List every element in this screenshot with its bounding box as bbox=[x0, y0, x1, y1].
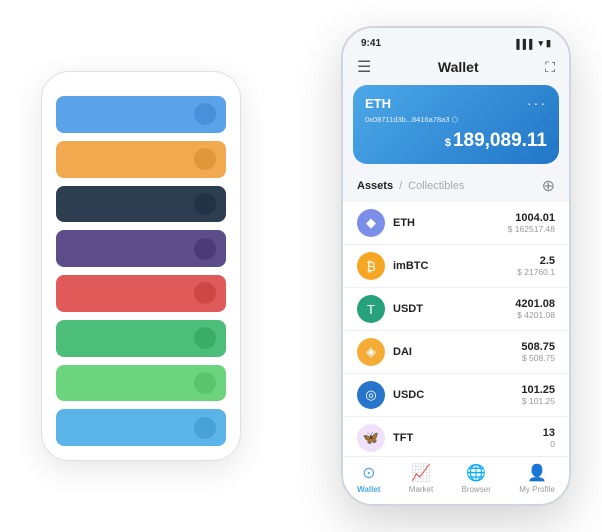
asset-name: USDT bbox=[393, 303, 515, 315]
menu-icon[interactable]: ☰ bbox=[357, 57, 371, 77]
asset-icon: ₿ bbox=[357, 252, 385, 280]
asset-icon: ◆ bbox=[357, 209, 385, 237]
strip-dot bbox=[194, 327, 216, 349]
eth-card[interactable]: ETH ··· 0x08711d3b...8416a78a3 ⬡ $189,08… bbox=[353, 85, 559, 164]
nav-label-wallet: Wallet bbox=[357, 485, 380, 494]
battery-icon: ▮ bbox=[546, 38, 551, 49]
wifi-icon: ▾ bbox=[539, 38, 544, 49]
nav-label-my-profile: My Profile bbox=[519, 485, 555, 494]
asset-name: TFT bbox=[393, 432, 543, 444]
asset-usd: $ 4201.08 bbox=[515, 310, 555, 320]
strip-dot bbox=[194, 103, 216, 125]
nav-icon-wallet: ⊙ bbox=[362, 463, 375, 483]
header-title: Wallet bbox=[438, 59, 479, 75]
add-asset-button[interactable]: ⊕ bbox=[542, 176, 555, 196]
asset-values: 101.25$ 101.25 bbox=[521, 384, 555, 406]
strip-dot bbox=[194, 282, 216, 304]
tab-separator: / bbox=[399, 180, 402, 192]
card-strip[interactable] bbox=[56, 365, 226, 402]
phone-header: ☰ Wallet ⛶ bbox=[343, 53, 569, 85]
asset-icon: 🦋 bbox=[357, 424, 385, 452]
foreground-phone: 9:41 ▌▌▌ ▾ ▮ ☰ Wallet ⛶ ETH ··· 0x08711d… bbox=[341, 26, 571, 506]
asset-item[interactable]: ◎ USDC101.25$ 101.25 bbox=[343, 374, 569, 417]
card-strip[interactable] bbox=[56, 320, 226, 357]
strip-dot bbox=[194, 372, 216, 394]
asset-name: ETH bbox=[393, 217, 508, 229]
asset-usd: 0 bbox=[543, 439, 555, 449]
asset-item[interactable]: ◈ DAI508.75$ 508.75 bbox=[343, 331, 569, 374]
card-strip[interactable] bbox=[56, 96, 226, 133]
strip-dot bbox=[194, 193, 216, 215]
asset-values: 1004.01$ 162517.48 bbox=[508, 212, 555, 234]
nav-label-browser: Browser bbox=[462, 485, 491, 494]
asset-amount: 2.5 bbox=[517, 255, 555, 267]
nav-icon-browser: 🌐 bbox=[466, 463, 486, 483]
assets-header: Assets / Collectibles ⊕ bbox=[343, 172, 569, 202]
asset-amount: 1004.01 bbox=[508, 212, 555, 224]
asset-item[interactable]: T USDT4201.08$ 4201.08 bbox=[343, 288, 569, 331]
eth-balance-value: 189,089.11 bbox=[453, 130, 547, 151]
asset-values: 508.75$ 508.75 bbox=[521, 341, 555, 363]
asset-icon: ◈ bbox=[357, 338, 385, 366]
bottom-nav: ⊙ Wallet 📈 Market 🌐 Browser 👤 My Profile bbox=[343, 456, 569, 504]
eth-card-top: ETH ··· bbox=[365, 95, 547, 111]
card-strip[interactable] bbox=[56, 230, 226, 267]
asset-icon: T bbox=[357, 295, 385, 323]
nav-item-browser[interactable]: 🌐 Browser bbox=[462, 463, 491, 494]
asset-name: USDC bbox=[393, 389, 521, 401]
eth-card-balance: $189,089.11 bbox=[365, 130, 547, 152]
strip-dot bbox=[194, 417, 216, 439]
asset-name: imBTC bbox=[393, 260, 517, 272]
asset-amount: 508.75 bbox=[521, 341, 555, 353]
card-strip[interactable] bbox=[56, 409, 226, 446]
asset-amount: 101.25 bbox=[521, 384, 555, 396]
nav-icon-market: 📈 bbox=[411, 463, 431, 483]
nav-icon-my-profile: 👤 bbox=[527, 463, 547, 483]
asset-values: 2.5$ 21760.1 bbox=[517, 255, 555, 277]
card-strip[interactable] bbox=[56, 186, 226, 223]
status-bar: 9:41 ▌▌▌ ▾ ▮ bbox=[343, 28, 569, 53]
status-time: 9:41 bbox=[361, 38, 381, 49]
nav-item-wallet[interactable]: ⊙ Wallet bbox=[357, 463, 380, 494]
asset-list: ◆ ETH1004.01$ 162517.48 ₿ imBTC2.5$ 21760.1… bbox=[343, 202, 569, 456]
asset-icon: ◎ bbox=[357, 381, 385, 409]
nav-item-my-profile[interactable]: 👤 My Profile bbox=[519, 463, 555, 494]
asset-values: 130 bbox=[543, 427, 555, 449]
asset-amount: 4201.08 bbox=[515, 298, 555, 310]
nav-item-market[interactable]: 📈 Market bbox=[409, 463, 433, 494]
eth-card-menu[interactable]: ··· bbox=[527, 95, 547, 111]
assets-tabs: Assets / Collectibles bbox=[357, 180, 464, 192]
asset-item[interactable]: ◆ ETH1004.01$ 162517.48 bbox=[343, 202, 569, 245]
nav-label-market: Market bbox=[409, 485, 433, 494]
eth-currency-symbol: $ bbox=[445, 137, 451, 149]
card-strip[interactable] bbox=[56, 141, 226, 178]
asset-values: 4201.08$ 4201.08 bbox=[515, 298, 555, 320]
tab-collectibles[interactable]: Collectibles bbox=[408, 180, 464, 192]
expand-icon[interactable]: ⛶ bbox=[545, 59, 555, 76]
asset-usd: $ 101.25 bbox=[521, 396, 555, 406]
card-strip[interactable] bbox=[56, 275, 226, 312]
asset-amount: 13 bbox=[543, 427, 555, 439]
strip-dot bbox=[194, 238, 216, 260]
asset-name: DAI bbox=[393, 346, 521, 358]
asset-usd: $ 21760.1 bbox=[517, 267, 555, 277]
asset-item[interactable]: 🦋 TFT130 bbox=[343, 417, 569, 456]
asset-usd: $ 508.75 bbox=[521, 353, 555, 363]
strip-dot bbox=[194, 148, 216, 170]
eth-card-address: 0x08711d3b...8416a78a3 ⬡ bbox=[365, 115, 547, 124]
background-phone bbox=[41, 71, 241, 461]
status-icons: ▌▌▌ ▾ ▮ bbox=[516, 38, 551, 49]
signal-icon: ▌▌▌ bbox=[516, 39, 535, 49]
asset-usd: $ 162517.48 bbox=[508, 224, 555, 234]
scene: 9:41 ▌▌▌ ▾ ▮ ☰ Wallet ⛶ ETH ··· 0x08711d… bbox=[11, 11, 591, 521]
eth-card-label: ETH bbox=[365, 96, 391, 111]
tab-assets[interactable]: Assets bbox=[357, 180, 393, 192]
asset-item[interactable]: ₿ imBTC2.5$ 21760.1 bbox=[343, 245, 569, 288]
